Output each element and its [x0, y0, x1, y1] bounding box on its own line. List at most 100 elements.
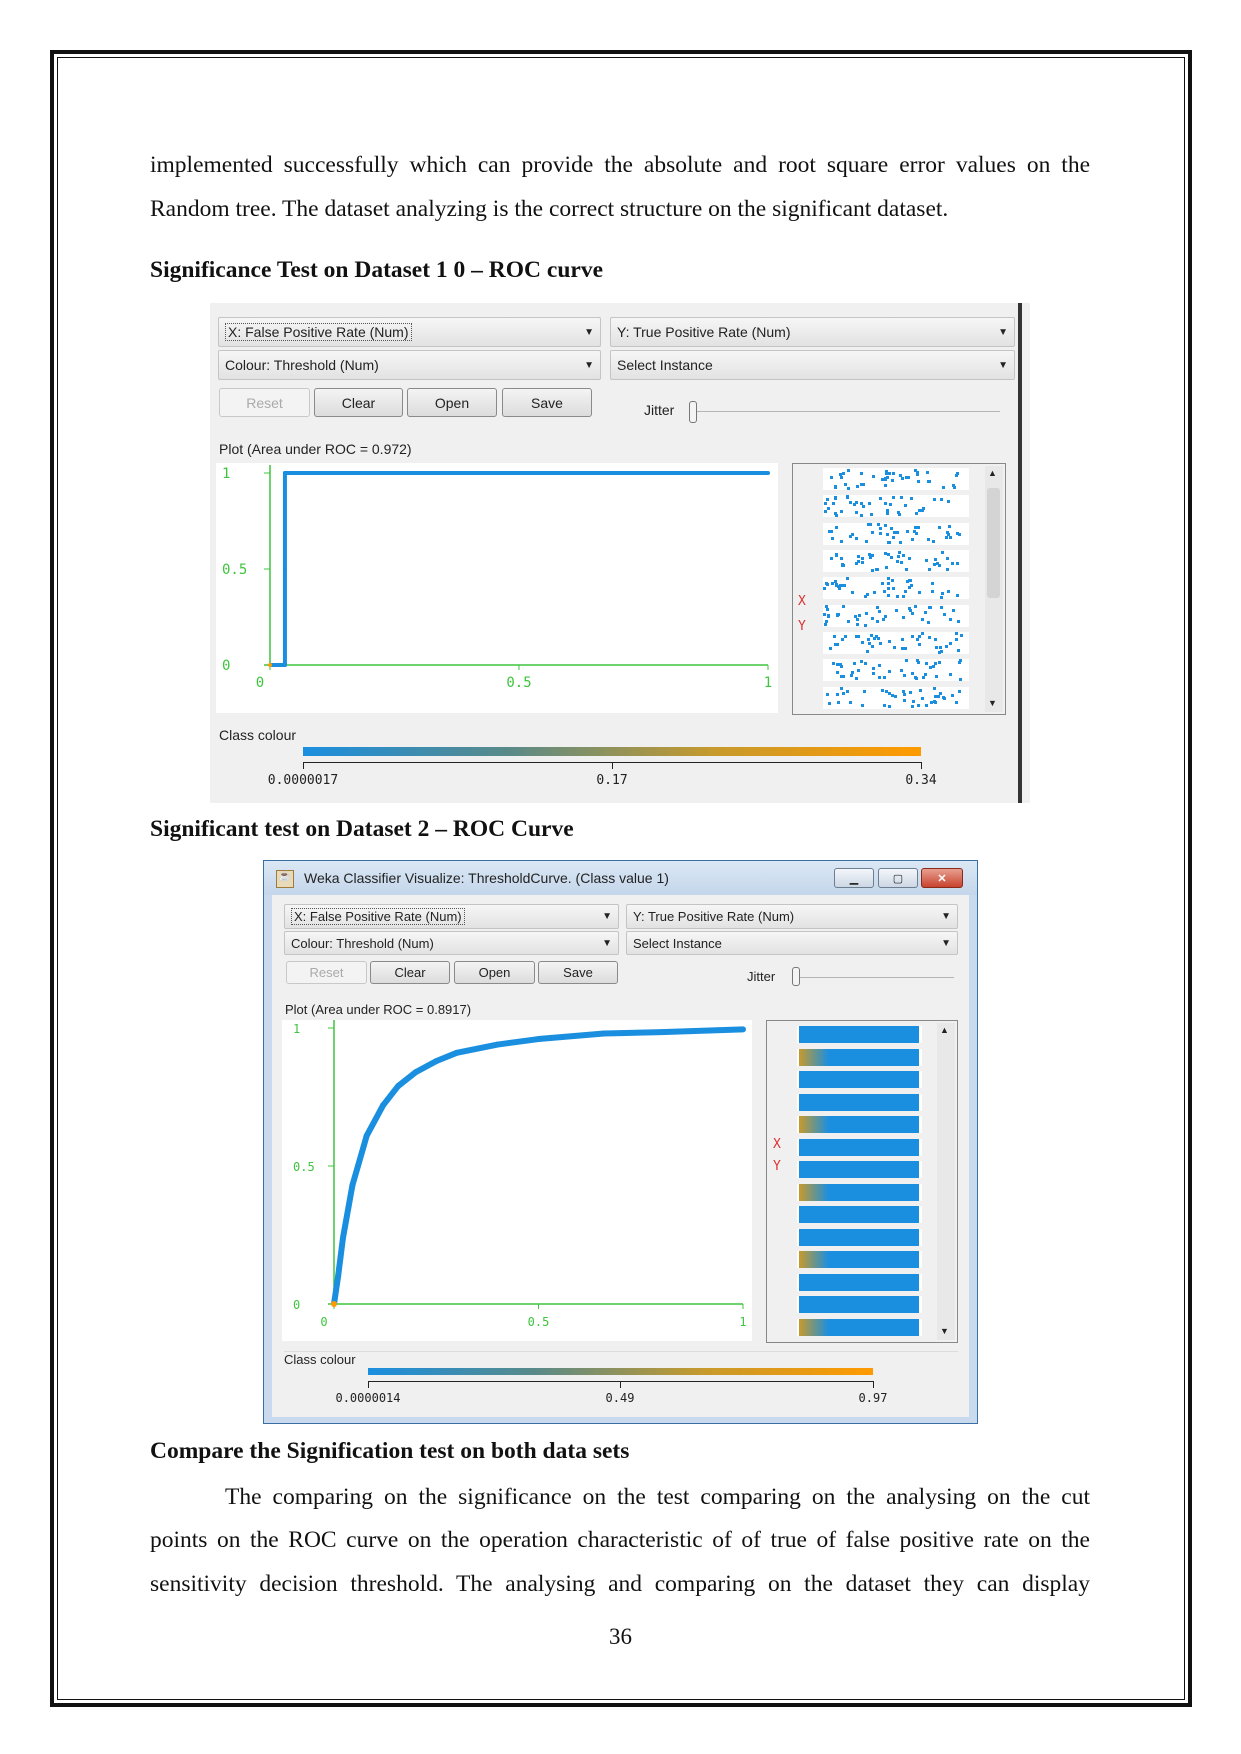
plot-area[interactable]: 0 0.5 1 0 0.5 1	[282, 1020, 752, 1341]
maximize-button[interactable]: ▢	[878, 868, 918, 888]
attribute-strip[interactable]	[797, 1318, 922, 1336]
y-axis-select[interactable]: Y: True Positive Rate (Num) ▼	[610, 317, 1015, 347]
strip-dot	[910, 612, 914, 616]
attribute-strip[interactable]	[797, 1138, 922, 1156]
strip-dot	[903, 646, 907, 650]
strip-dot	[882, 676, 886, 680]
strip-dot	[836, 701, 840, 705]
scrollbar[interactable]: ▲ ▼	[985, 466, 1003, 712]
strip-dot	[877, 523, 881, 527]
minimize-button[interactable]: ▁	[834, 868, 874, 888]
attribute-strip[interactable]	[797, 1161, 922, 1178]
scroll-down-icon[interactable]: ▼	[988, 698, 997, 708]
attribute-strip[interactable]	[823, 604, 969, 627]
jitter-slider-thumb[interactable]	[792, 967, 800, 986]
select-instance[interactable]: Select Instance ▼	[626, 931, 958, 955]
attribute-strip[interactable]	[797, 1296, 922, 1313]
scroll-up-icon[interactable]: ▲	[940, 1025, 949, 1035]
attribute-strip[interactable]	[797, 1026, 922, 1043]
strip-dot	[833, 512, 837, 516]
attribute-strip[interactable]	[797, 1071, 922, 1088]
select-instance-value: Select Instance	[633, 935, 722, 951]
y-axis-select[interactable]: Y: True Positive Rate (Num) ▼	[626, 904, 958, 929]
attribute-strip[interactable]	[823, 468, 969, 490]
scrollbar[interactable]: ▲ ▼	[937, 1023, 955, 1340]
strip-dot	[890, 694, 894, 698]
strip-dot	[903, 693, 907, 697]
attribute-strip[interactable]	[823, 522, 969, 545]
attribute-strip[interactable]	[797, 1048, 922, 1066]
open-button[interactable]: Open	[454, 961, 535, 984]
attribute-strip[interactable]	[823, 577, 969, 600]
clear-button[interactable]: Clear	[314, 388, 403, 417]
attribute-strip[interactable]	[823, 550, 969, 572]
roc-point	[339, 1234, 346, 1241]
strip-dot	[932, 540, 936, 544]
attribute-strips[interactable]	[797, 1024, 922, 1339]
strip-dot	[897, 555, 901, 559]
roc-point	[349, 1182, 356, 1189]
window-edge	[1018, 303, 1022, 803]
plot-area[interactable]: 0 0.5 1 0 0.5 1	[216, 463, 778, 713]
strip-dot	[946, 568, 949, 571]
clear-button[interactable]: Clear	[370, 961, 450, 984]
attribute-strip[interactable]	[797, 1093, 922, 1111]
jitter-slider-thumb[interactable]	[689, 401, 697, 423]
attribute-strip[interactable]	[823, 495, 969, 518]
strip-dot	[843, 635, 847, 639]
strip-dot	[926, 621, 930, 625]
open-button[interactable]: Open	[407, 388, 497, 417]
strip-dot	[870, 645, 874, 649]
strip-dot	[857, 668, 861, 672]
attribute-strips[interactable]	[823, 466, 969, 712]
roc-point	[766, 471, 770, 475]
colour-scale-tick	[303, 762, 304, 769]
strip-dot	[918, 635, 922, 639]
jitter-slider-track[interactable]	[692, 411, 1000, 412]
reset-button[interactable]: Reset	[219, 388, 310, 417]
scroll-up-icon[interactable]: ▲	[988, 468, 997, 478]
close-button[interactable]: ✕	[921, 868, 963, 888]
attribute-strip[interactable]	[797, 1116, 922, 1133]
colour-scale-label: 0.0000017	[267, 773, 339, 788]
roc-point	[331, 1301, 337, 1307]
weka-roc-screenshot-2: ☕ Weka Classifier Visualize: ThresholdCu…	[263, 860, 978, 1424]
strip-dot	[897, 512, 901, 516]
scroll-down-icon[interactable]: ▼	[940, 1326, 949, 1336]
attribute-strip[interactable]	[823, 686, 969, 709]
strip-dot	[926, 470, 930, 474]
strip-dot	[840, 557, 844, 561]
strip-dot	[878, 664, 882, 668]
attribute-strip[interactable]	[797, 1251, 922, 1268]
strip-dot	[960, 634, 964, 638]
x-tick-label: 0	[320, 1315, 327, 1329]
jitter-slider-track[interactable]	[795, 977, 954, 978]
attribute-strip[interactable]	[797, 1273, 922, 1291]
scrollbar-thumb[interactable]	[987, 488, 1000, 598]
colour-select[interactable]: Colour: Threshold (Num) ▼	[218, 350, 601, 380]
x-axis-select[interactable]: X: False Positive Rate (Num) ▼	[284, 904, 619, 929]
attribute-strip[interactable]	[823, 659, 969, 682]
strip-dot	[866, 637, 870, 641]
strip-dot	[956, 593, 960, 597]
strip-dot	[900, 637, 904, 641]
strip-dot	[851, 671, 855, 675]
save-button[interactable]: Save	[502, 388, 592, 417]
save-button[interactable]: Save	[538, 961, 618, 984]
reset-button[interactable]: Reset	[286, 961, 367, 984]
strip-dot	[904, 568, 908, 572]
strip-dot	[883, 483, 887, 487]
strip-bar	[799, 1318, 919, 1336]
roc-point	[740, 1026, 746, 1033]
strip-dot	[886, 533, 890, 537]
roc-point	[395, 1082, 402, 1089]
colour-select[interactable]: Colour: Threshold (Num) ▼	[284, 931, 619, 955]
attribute-strip[interactable]	[797, 1183, 922, 1201]
attribute-strip[interactable]	[797, 1228, 922, 1246]
class-colour-gradient	[368, 1368, 873, 1375]
body-text-line: points on the ROC curve on the operation…	[150, 1527, 1090, 1553]
select-instance[interactable]: Select Instance ▼	[610, 350, 1015, 380]
attribute-strip[interactable]	[823, 632, 969, 654]
attribute-strip[interactable]	[797, 1206, 922, 1223]
x-axis-select[interactable]: X: False Positive Rate (Num) ▼	[218, 317, 601, 347]
